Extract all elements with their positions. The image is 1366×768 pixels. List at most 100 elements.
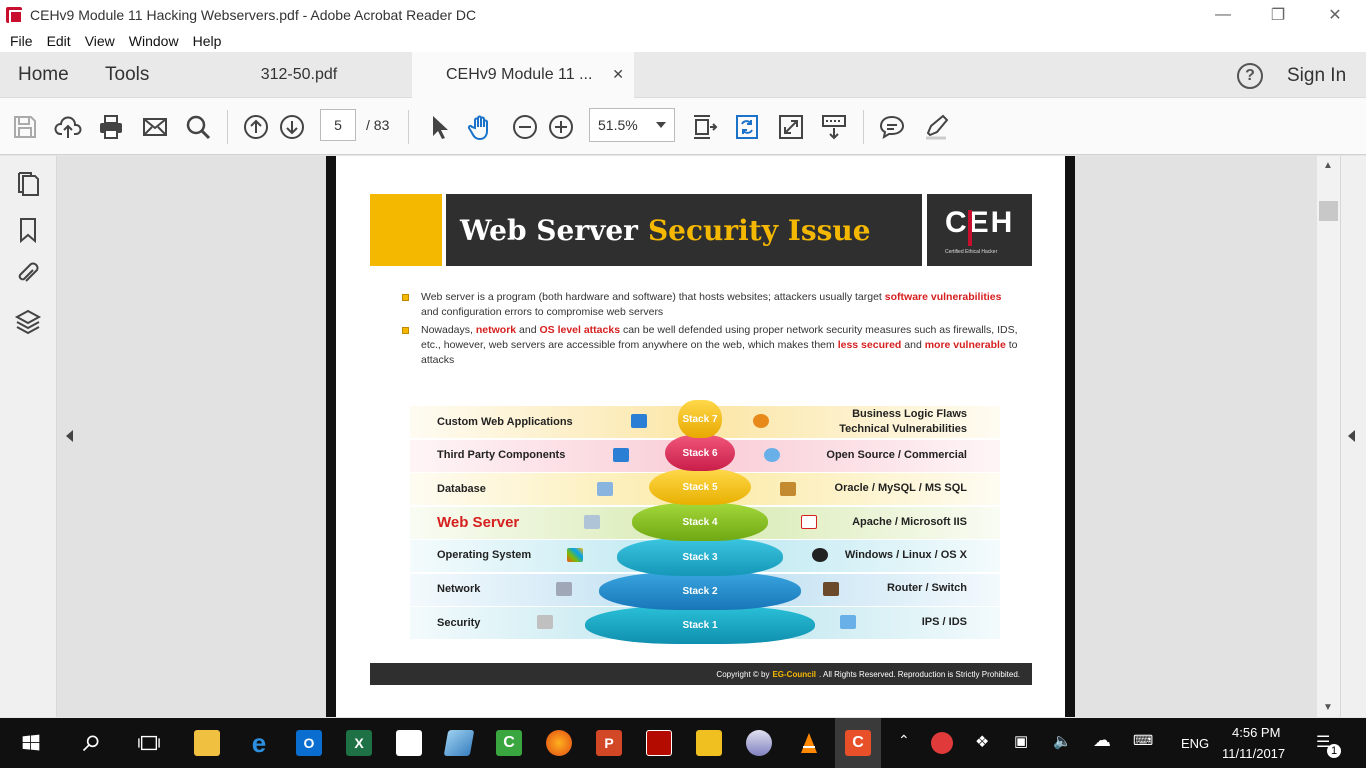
zoom-select[interactable]: 51.5%: [589, 108, 675, 142]
ceh-logo-text: CEH: [945, 206, 1015, 239]
copyright-suffix: . All Rights Reserved. Reproduction is S…: [819, 669, 1020, 679]
volume-icon[interactable]: 🔈: [1053, 732, 1072, 750]
database-icon: [597, 482, 613, 496]
tab-bar: Home Tools 312-50.pdf CEHv9 Module 11 ..…: [0, 52, 1366, 98]
menu-edit[interactable]: Edit: [47, 33, 71, 49]
save-icon[interactable]: [10, 112, 40, 142]
vertical-scrollbar[interactable]: ▲ ▼: [1317, 156, 1340, 717]
copyright-brand: EG-Council: [772, 669, 817, 679]
doc-tab-312-50[interactable]: 312-50.pdf: [188, 52, 410, 98]
collapse-left-icon[interactable]: [66, 430, 73, 442]
layers-icon[interactable]: [14, 308, 44, 338]
sign-in-button[interactable]: Sign In: [1287, 65, 1346, 87]
bullet-marker: [402, 327, 409, 334]
scroll-thumb[interactable]: [1319, 201, 1338, 221]
powerpoint-icon[interactable]: P: [596, 730, 622, 756]
upload-icon[interactable]: [53, 112, 83, 142]
fit-page-icon[interactable]: [689, 112, 719, 142]
puzzle-icon[interactable]: [696, 730, 722, 756]
attachment-icon[interactable]: [14, 260, 44, 290]
file-explorer-icon[interactable]: [194, 730, 220, 756]
stack-left-label: Operating System: [437, 549, 532, 561]
ids-icon: [840, 615, 856, 629]
bullet-text: Nowadays,: [421, 324, 476, 336]
full-screen-icon[interactable]: [776, 112, 806, 142]
select-cursor-icon[interactable]: [424, 112, 454, 142]
task-view-icon[interactable]: [136, 730, 162, 756]
close-tab-icon[interactable]: ✕: [612, 66, 624, 83]
menu-bar: File Edit View Window Help: [0, 30, 1366, 52]
window-title: CEHv9 Module 11 Hacking Webservers.pdf -…: [30, 7, 477, 23]
page-down-icon[interactable]: [277, 112, 307, 142]
slide-title-part1: Web Server: [460, 213, 638, 247]
comment-icon[interactable]: [877, 112, 907, 142]
doc-tab-label: CEHv9 Module 11 ...: [446, 66, 593, 83]
scroll-mode-icon[interactable]: [819, 112, 849, 142]
onedrive-icon[interactable]: ☁: [1093, 730, 1111, 751]
expand-right-icon[interactable]: [1348, 430, 1355, 442]
toolbar-divider: [863, 110, 864, 144]
close-window-button[interactable]: ✕: [1312, 0, 1358, 30]
minimize-button[interactable]: —: [1200, 0, 1246, 30]
stack-right-label: Open Source / Commercial: [826, 449, 967, 461]
camtasia-icon[interactable]: C: [496, 730, 522, 756]
scroll-up-icon[interactable]: ▲: [1323, 160, 1333, 171]
stack-right-label: IPS / IDS: [921, 616, 967, 628]
camtasia-recorder-icon[interactable]: C: [845, 730, 871, 756]
edge-icon[interactable]: e: [246, 728, 272, 758]
bullet-highlight: less secured: [837, 339, 902, 351]
router-icon: [823, 582, 839, 596]
clock-date[interactable]: 11/11/2017: [1222, 746, 1285, 761]
store-icon[interactable]: [396, 730, 422, 756]
tab-tools[interactable]: Tools: [105, 64, 149, 86]
email-icon[interactable]: [140, 112, 170, 142]
toolbar-divider: [408, 110, 409, 144]
dropbox-icon[interactable]: ❖: [975, 732, 989, 752]
clock-time[interactable]: 4:56 PM: [1232, 725, 1280, 740]
menu-help[interactable]: Help: [193, 33, 222, 49]
copyright-prefix: Copyright © by: [716, 669, 770, 679]
network-tray-icon[interactable]: ▣: [1014, 732, 1028, 750]
stack-right-label: Router / Switch: [886, 582, 967, 594]
zoom-out-icon[interactable]: [510, 112, 540, 142]
help-icon[interactable]: ?: [1237, 63, 1263, 89]
acrobat-icon[interactable]: [646, 730, 672, 756]
print-icon[interactable]: [96, 112, 126, 142]
windows-logo-icon: [567, 548, 583, 562]
menu-view[interactable]: View: [85, 33, 115, 49]
monitor-icon: [631, 414, 647, 428]
vlc-icon[interactable]: [796, 730, 822, 756]
highlight-icon[interactable]: [921, 112, 951, 142]
pages-icon[interactable]: [14, 170, 44, 200]
outlook-icon[interactable]: O: [296, 730, 322, 756]
bullet-highlight: software vulnerabilities: [884, 291, 1002, 303]
hand-tool-icon[interactable]: [466, 112, 496, 142]
title-bar: CEHv9 Module 11 Hacking Webservers.pdf -…: [0, 0, 1366, 30]
scroll-down-icon[interactable]: ▼: [1323, 702, 1333, 713]
search-icon[interactable]: [183, 112, 213, 142]
network-diagram-icon[interactable]: [746, 730, 772, 756]
notepad-icon[interactable]: [443, 730, 475, 756]
sql-icon: [780, 482, 796, 496]
start-icon[interactable]: [18, 730, 44, 756]
zoom-in-icon[interactable]: [546, 112, 576, 142]
menu-window[interactable]: Window: [129, 33, 179, 49]
firefox-icon[interactable]: [546, 730, 572, 756]
bookmark-icon[interactable]: [14, 216, 44, 246]
language-indicator[interactable]: ENG: [1181, 736, 1209, 751]
doc-tab-cehv9[interactable]: CEHv9 Module 11 ... ✕: [412, 52, 634, 98]
tab-home[interactable]: Home: [18, 64, 69, 86]
stack-left-label: Network: [437, 583, 481, 595]
recorder-tray-icon[interactable]: [931, 732, 953, 754]
keyboard-icon[interactable]: ⌨: [1133, 732, 1153, 749]
excel-icon[interactable]: X: [346, 730, 372, 756]
search-icon[interactable]: [78, 730, 104, 756]
chevron-up-icon[interactable]: ⌃: [898, 732, 910, 749]
page-number-input[interactable]: 5: [320, 109, 356, 141]
linux-icon: [812, 548, 828, 562]
menu-file[interactable]: File: [10, 33, 33, 49]
lock-icon: [537, 615, 553, 629]
restore-button[interactable]: ❐: [1255, 0, 1301, 30]
page-up-icon[interactable]: [241, 112, 271, 142]
rotate-icon[interactable]: [732, 112, 762, 142]
